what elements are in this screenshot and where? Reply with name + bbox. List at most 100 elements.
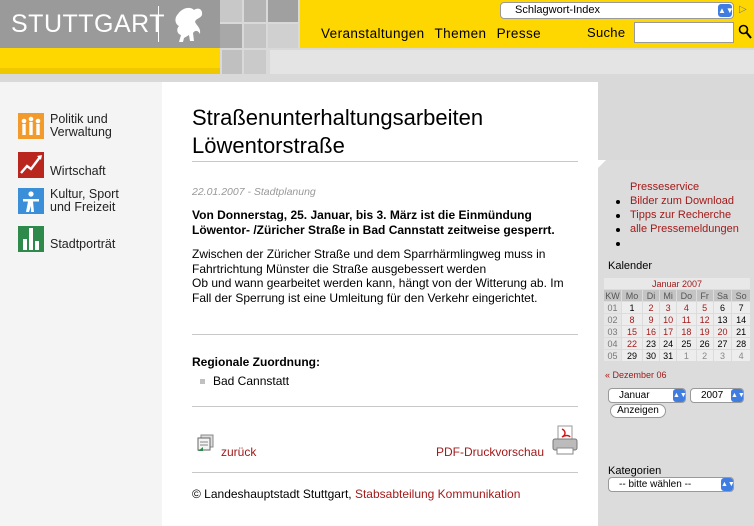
press-link-download[interactable]: Bilder zum Download xyxy=(630,195,734,207)
calendar-day: 2 xyxy=(695,349,714,362)
sidebar-item-politik[interactable]: Politik und Verwaltung xyxy=(18,113,122,139)
sidebar-item-kultur[interactable]: Kultur, Sport und Freizeit xyxy=(18,188,130,214)
press-link-all[interactable]: alle Pressemeldungen xyxy=(630,223,739,235)
logo-divider xyxy=(158,6,159,42)
calendar-day: 28 xyxy=(731,337,751,350)
header-square xyxy=(268,0,298,22)
calendar-day[interactable]: 11 xyxy=(676,313,697,326)
press-service-link[interactable]: Presseservice xyxy=(630,181,699,193)
calendar-day: 30 xyxy=(641,349,661,362)
press-link-recherche[interactable]: Tipps zur Recherche xyxy=(630,209,731,221)
play-icon[interactable]: ▷ xyxy=(739,4,747,15)
calendar-week-row: 05 29 30 31 1 2 3 4 xyxy=(603,349,751,362)
calendar-day[interactable]: 2 xyxy=(641,301,661,314)
search-icon[interactable] xyxy=(738,24,752,40)
calendar-day[interactable]: 15 xyxy=(621,325,643,338)
footer-link[interactable]: Stabsabteilung Kommunikation xyxy=(355,487,520,501)
header-square xyxy=(268,24,298,48)
sidebar-item-label: Politik und Verwaltung xyxy=(50,112,112,139)
calendar-day[interactable]: 20 xyxy=(712,325,733,338)
people-icon xyxy=(18,113,44,139)
nav-presse[interactable]: Presse xyxy=(497,26,541,41)
nav-themen[interactable]: Themen xyxy=(435,26,487,41)
calendar-table: Januar 2007 KW Mo Di Mi Do Fr Sa So 01 1… xyxy=(603,277,751,362)
calendar-day[interactable]: 16 xyxy=(641,325,661,338)
header-yellow-shade xyxy=(0,68,220,74)
corner-notch xyxy=(598,160,606,168)
calendar-day[interactable]: 9 xyxy=(641,313,661,326)
city-icon xyxy=(18,226,44,252)
sidebar-item-wirtschaft[interactable]: Wirtschaft xyxy=(18,151,106,178)
calendar-day[interactable]: 22 xyxy=(621,337,643,350)
month-select[interactable]: Januar ▲▼ xyxy=(608,388,687,403)
sidebar-item-stadtportraet[interactable]: Stadtporträt xyxy=(18,226,115,252)
calendar-day: 14 xyxy=(731,313,751,326)
press-service-list: Presseservice Bilder zum Download Tipps … xyxy=(614,180,739,246)
calendar-day: 1 xyxy=(621,301,643,314)
calendar-day[interactable]: 19 xyxy=(695,325,714,338)
calendar-week-row: 02 8 9 10 11 12 13 14 xyxy=(603,313,751,326)
calendar-day[interactable]: 5 xyxy=(695,301,714,314)
calendar-day[interactable]: 4 xyxy=(676,301,697,314)
divider xyxy=(192,334,578,335)
logo-block[interactable]: STUTTGART xyxy=(0,0,220,48)
calendar-day[interactable]: 18 xyxy=(676,325,697,338)
sidebar-item-label: Wirtschaft xyxy=(50,164,106,178)
horse-icon xyxy=(175,7,203,42)
main-content: Straßenunterhaltungsarbeiten Löwentorstr… xyxy=(162,82,598,526)
regional-item: Bad Cannstatt xyxy=(200,374,289,388)
back-pages-icon[interactable] xyxy=(197,434,215,452)
header-square xyxy=(244,24,266,48)
calendar-day[interactable]: 17 xyxy=(659,325,678,338)
keyword-index-select[interactable]: Schlagwort-Index ▲▼ xyxy=(500,2,734,19)
weekday-header: So xyxy=(731,289,751,302)
back-link[interactable]: zurück xyxy=(221,445,256,459)
regional-title: Regionale Zuordnung: xyxy=(192,355,320,369)
previous-month-link[interactable]: « Dezember 06 xyxy=(605,370,667,380)
calendar-day: 21 xyxy=(731,325,751,338)
footer-prefix: © Landeshauptstadt Stuttgart, xyxy=(192,487,355,501)
year-select-value: 2007 xyxy=(701,390,724,401)
calendar-day[interactable]: 8 xyxy=(621,313,643,326)
calendar-day: 6 xyxy=(712,301,733,314)
divider xyxy=(192,472,578,473)
calendar-day: 26 xyxy=(695,337,714,350)
search-label: Suche xyxy=(587,25,626,40)
year-select[interactable]: 2007 ▲▼ xyxy=(690,388,745,403)
header-square xyxy=(222,50,242,74)
divider xyxy=(192,161,578,162)
search-input[interactable] xyxy=(634,22,734,43)
sidebar-item-label: Kultur, Sport und Freizeit xyxy=(50,187,119,214)
calendar-day[interactable]: 12 xyxy=(695,313,714,326)
pdf-printer-icon[interactable] xyxy=(552,425,578,455)
left-sidebar: Politik und Verwaltung Wirtschaft Kultur… xyxy=(0,82,162,526)
article-meta: 22.01.2007 - Stadtplanung xyxy=(192,186,316,198)
select-arrows-icon: ▲▼ xyxy=(673,389,687,402)
categories-select-value: -- bitte wählen -- xyxy=(619,479,692,490)
calendar-day: 27 xyxy=(712,337,733,350)
calendar-day: 7 xyxy=(731,301,751,314)
weekday-header: Do xyxy=(676,289,697,302)
calendar-day: 31 xyxy=(659,349,678,362)
calendar-day: 24 xyxy=(659,337,678,350)
chart-icon xyxy=(18,151,44,178)
pdf-preview-link[interactable]: PDF-Druckvorschau xyxy=(436,445,544,459)
article-lead: Von Donnerstag, 25. Januar, bis 3. März … xyxy=(192,208,555,237)
calendar-title: Kalender xyxy=(608,260,653,272)
calendar-day: 29 xyxy=(621,349,643,362)
calendar-day[interactable]: 3 xyxy=(659,301,678,314)
nav-veranstaltungen[interactable]: Veranstaltungen xyxy=(321,26,425,41)
calendar-week-row: 01 1 2 3 4 5 6 7 xyxy=(603,301,751,314)
calendar-day[interactable]: 10 xyxy=(659,313,678,326)
categories-select[interactable]: -- bitte wählen -- ▲▼ xyxy=(608,477,735,492)
header-square xyxy=(220,0,242,22)
bullet-icon xyxy=(200,379,205,385)
header-square xyxy=(220,24,242,48)
article-body: Zwischen der Züricher Straße und dem Spa… xyxy=(192,247,564,305)
show-calendar-button[interactable]: Anzeigen xyxy=(610,404,666,418)
week-number: 05 xyxy=(603,349,622,362)
divider xyxy=(192,406,578,407)
regional-item-label: Bad Cannstatt xyxy=(213,374,290,388)
site-logo-text[interactable]: STUTTGART xyxy=(11,10,165,39)
keyword-index-value: Schlagwort-Index xyxy=(515,4,600,16)
